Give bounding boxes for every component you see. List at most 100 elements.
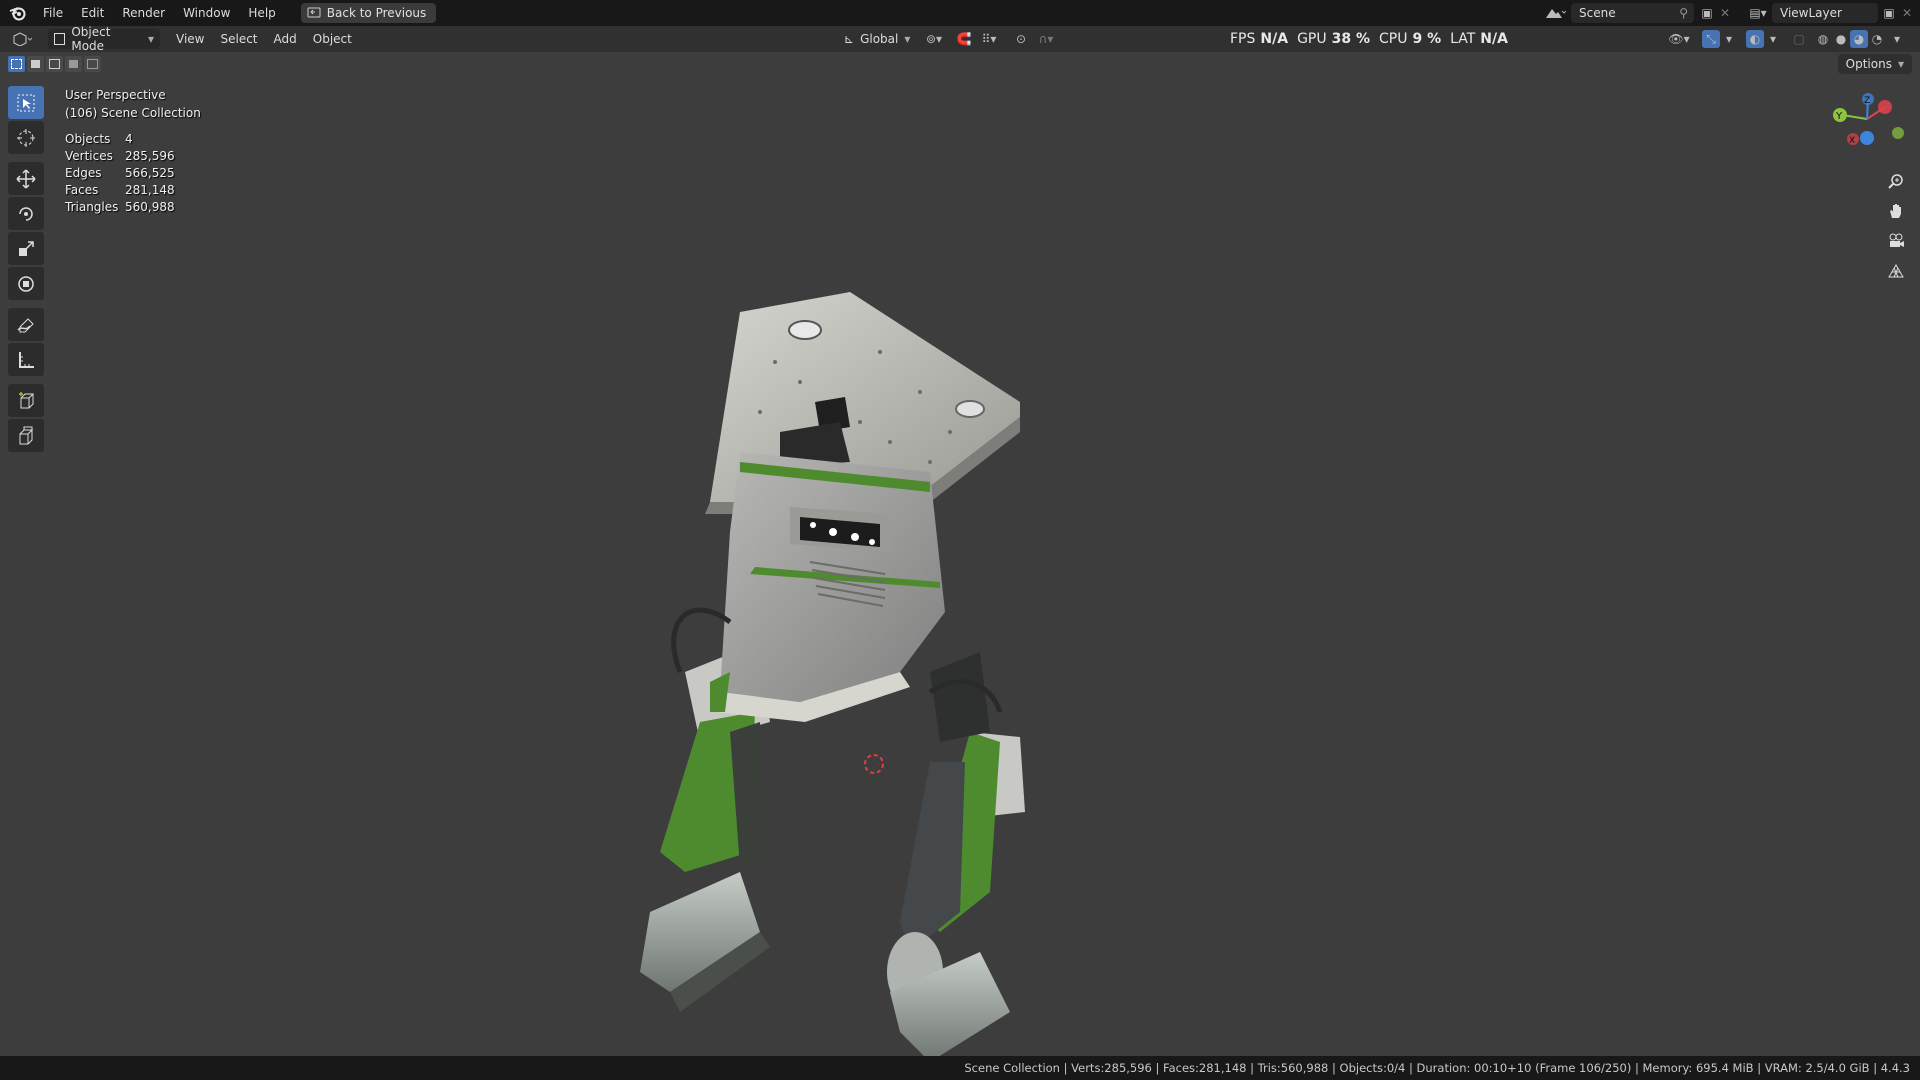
gizmo-y-neg[interactable]	[1892, 127, 1904, 139]
chevron-down-icon: ▾	[904, 32, 911, 46]
orientation-dropdown[interactable]: ⊾ Global ▾	[838, 29, 916, 49]
lat-label: LAT	[1450, 31, 1476, 47]
select-box-icon[interactable]	[8, 86, 44, 119]
view-layer-icon[interactable]: ▤▾	[1744, 4, 1772, 22]
stat-label: Triangles	[65, 200, 119, 214]
xray-toggle-icon[interactable]: ▢	[1790, 30, 1808, 48]
robot-model[interactable]	[600, 292, 1120, 1075]
lat-value: N/A	[1480, 31, 1508, 47]
new-scene-icon[interactable]: ▣	[1698, 4, 1716, 22]
menu-render[interactable]: Render	[113, 0, 174, 26]
editor-type-icon[interactable]	[8, 30, 38, 48]
add-cube-icon[interactable]	[8, 384, 44, 417]
rotate-icon[interactable]	[8, 197, 44, 230]
visibility-icon[interactable]: 👁▾	[1665, 30, 1693, 48]
move-icon[interactable]	[8, 162, 44, 195]
scene-type-icon[interactable]	[1541, 4, 1569, 22]
select-subtract-icon[interactable]	[46, 56, 63, 72]
falloff-icon[interactable]: ∩▾	[1032, 30, 1060, 48]
navigation-gizmo[interactable]: Y Z X	[1820, 92, 1910, 175]
shading-dropdown-icon[interactable]: ▾	[1888, 30, 1906, 48]
delete-view-layer-icon[interactable]: ✕	[1898, 4, 1916, 22]
3d-viewport[interactable]: Options ▾ User Perspective (106) Scene C…	[0, 52, 1920, 1062]
selection-mode-group	[8, 56, 101, 72]
orientation-label: Global	[860, 32, 899, 46]
stat-value: 4	[125, 132, 133, 146]
stat-label: Objects	[65, 132, 111, 146]
stat-value: 281,148	[125, 183, 175, 197]
view-layer-selector[interactable]: ViewLayer	[1772, 3, 1878, 23]
zoom-icon[interactable]	[1882, 167, 1910, 195]
snap-toggle-icon[interactable]: 🧲	[955, 30, 973, 48]
shading-wireframe-icon[interactable]: ◍	[1814, 30, 1832, 48]
gizmo-z-pos[interactable]	[1860, 131, 1874, 145]
cursor-icon[interactable]	[8, 121, 44, 154]
transform-icon[interactable]	[8, 267, 44, 300]
menu-edit[interactable]: Edit	[72, 0, 113, 26]
menu-help[interactable]: Help	[239, 0, 284, 26]
extrude-cube-icon[interactable]	[8, 419, 44, 452]
viewport-text-info: User Perspective (106) Scene Collection	[65, 86, 201, 122]
view-name: User Perspective	[65, 88, 166, 102]
select-invert-icon[interactable]	[65, 56, 82, 72]
stat-label: Edges	[65, 166, 102, 180]
camera-icon[interactable]	[1882, 227, 1910, 255]
scene-name: Scene	[1579, 6, 1616, 20]
fps-label: FPS	[1230, 31, 1256, 47]
mode-label: Object Mode	[71, 25, 111, 53]
gizmo-x-pos[interactable]	[1878, 100, 1892, 114]
stat-row-triangles: Triangles 560,988	[65, 200, 175, 217]
3d-cursor-icon[interactable]	[862, 752, 886, 779]
snap-target-icon[interactable]: ⠿▾	[975, 30, 1003, 48]
select-extend-icon[interactable]	[27, 56, 44, 72]
new-view-layer-icon[interactable]: ▣	[1880, 4, 1898, 22]
stat-value: 285,596	[125, 149, 175, 163]
blender-logo-icon[interactable]	[6, 0, 30, 26]
stat-row-faces: Faces 281,148	[65, 183, 175, 200]
vmenu-object[interactable]: Object	[305, 26, 360, 52]
gpu-value: 38 %	[1331, 31, 1370, 47]
pivot-point-icon[interactable]: ⊚▾	[920, 30, 948, 48]
gizmo-x-label: X	[1849, 136, 1855, 146]
status-text: Scene Collection | Verts:285,596 | Faces…	[964, 1061, 1910, 1075]
orientation-axes-icon: ⊾	[844, 32, 855, 46]
gizmo-toggle-icon[interactable]: ⤡	[1702, 30, 1720, 48]
fps-value: N/A	[1260, 31, 1289, 47]
gpu-label: GPU	[1297, 31, 1327, 47]
vmenu-add[interactable]: Add	[266, 26, 305, 52]
stat-row-objects: Objects 4	[65, 132, 175, 149]
measure-icon[interactable]	[8, 343, 44, 376]
vmenu-view[interactable]: View	[168, 26, 212, 52]
scene-statistics: Objects 4 Vertices 285,596 Edges 566,525 Fa…	[65, 132, 175, 217]
top-menu-bar: File Edit Render Window Help Back to Pre…	[0, 0, 1920, 26]
pin-icon[interactable]: ⚲	[1679, 6, 1694, 20]
performance-readout: FPS N/A GPU 38 % CPU 9 % LAT N/A	[1230, 26, 1508, 52]
shading-solid-icon[interactable]: ●	[1832, 30, 1850, 48]
delete-scene-icon[interactable]: ✕	[1716, 4, 1734, 22]
back-button-label: Back to Previous	[326, 6, 427, 20]
overlays-toggle-icon[interactable]: ◐	[1746, 30, 1764, 48]
back-to-previous-button[interactable]: Back to Previous	[300, 3, 437, 23]
menu-file[interactable]: File	[34, 0, 72, 26]
gizmo-dropdown-icon[interactable]: ▾	[1720, 30, 1738, 48]
shading-material-icon[interactable]: ◕	[1850, 30, 1868, 48]
grid-ortho-icon[interactable]	[1882, 257, 1910, 285]
pan-hand-icon[interactable]	[1882, 197, 1910, 225]
cpu-value: 9 %	[1412, 31, 1442, 47]
overlays-dropdown-icon[interactable]: ▾	[1764, 30, 1782, 48]
stat-label: Faces	[65, 183, 99, 197]
chevron-down-icon: ▾	[1897, 57, 1904, 71]
vmenu-select[interactable]: Select	[212, 26, 265, 52]
select-new-icon[interactable]	[8, 56, 25, 72]
annotate-icon[interactable]	[8, 308, 44, 341]
proportional-edit-icon[interactable]: ⊙	[1012, 30, 1030, 48]
scale-icon[interactable]	[8, 232, 44, 265]
select-intersect-icon[interactable]	[84, 56, 101, 72]
scene-selector[interactable]: Scene ⚲	[1571, 3, 1694, 23]
mode-dropdown[interactable]: Object Mode ▾	[48, 25, 160, 53]
options-dropdown[interactable]: Options ▾	[1837, 54, 1912, 74]
menu-window[interactable]: Window	[174, 0, 239, 26]
active-collection: (106) Scene Collection	[65, 106, 201, 120]
options-label: Options	[1845, 57, 1892, 71]
shading-rendered-icon[interactable]: ◔	[1868, 30, 1886, 48]
